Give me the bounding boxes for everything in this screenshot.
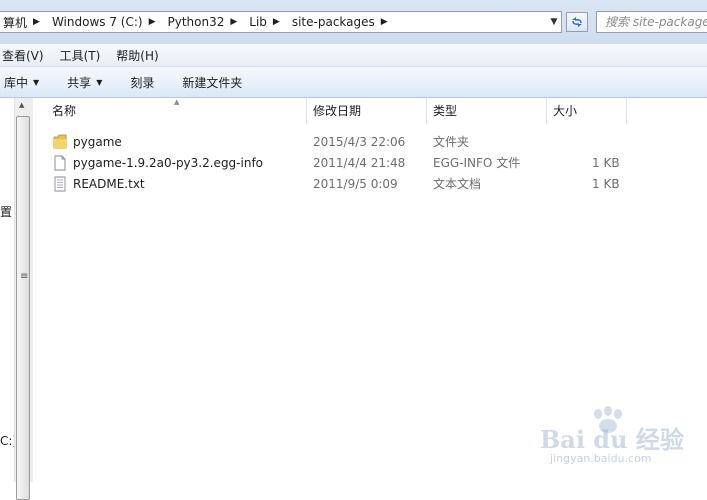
text-file-icon xyxy=(54,176,66,192)
folder-icon xyxy=(53,134,67,149)
nav-item-partial[interactable]: 置 xyxy=(0,203,12,220)
chevron-right-icon[interactable]: ▶ xyxy=(228,17,245,27)
file-date: 2015/4/3 22:06 xyxy=(313,135,406,149)
column-header-name[interactable]: 名称 xyxy=(52,98,76,124)
chevron-down-icon: ▼ xyxy=(33,77,40,87)
refresh-icon xyxy=(572,17,582,27)
file-name: pygame xyxy=(73,135,122,149)
menu-bar: 查看(V) 工具(T) 帮助(H) xyxy=(0,44,707,67)
file-size: 1 KB xyxy=(592,177,620,191)
chevron-down-icon[interactable]: ▼ xyxy=(547,12,561,32)
file-name: README.txt xyxy=(73,177,145,191)
scroll-up-icon[interactable]: ▲ xyxy=(19,101,24,109)
include-in-library-label: 库中 xyxy=(4,75,29,90)
chevron-down-icon: ▼ xyxy=(96,77,103,87)
address-bar-row: 算机 ▶ Windows 7 (C:) ▶ Python32 ▶ Lib ▶ s… xyxy=(0,0,707,44)
chevron-right-icon[interactable]: ▶ xyxy=(147,17,164,27)
file-size: 1 KB xyxy=(592,156,620,170)
refresh-button[interactable] xyxy=(566,12,588,32)
chevron-right-icon[interactable]: ▶ xyxy=(379,17,396,27)
column-header-type[interactable]: 类型 xyxy=(433,98,457,124)
column-header-date[interactable]: 修改日期 xyxy=(313,98,361,124)
file-row[interactable]: README.txt 2011/9/5 0:09 文本文档 1 KB xyxy=(34,174,707,195)
nav-scrollbar-thumb[interactable]: ≡ xyxy=(16,116,30,500)
breadcrumb-site-packages[interactable]: site-packages xyxy=(288,15,379,29)
grip-icon: ≡ xyxy=(20,271,29,282)
new-folder-button[interactable]: 新建文件夹 xyxy=(168,74,256,91)
file-row[interactable]: pygame-1.9.2a0-py3.2.egg-info 2011/4/4 2… xyxy=(34,153,707,174)
file-type: EGG-INFO 文件 xyxy=(433,156,521,170)
command-bar: 库中 ▼ 共享 ▼ 刻录 新建文件夹 xyxy=(0,67,707,98)
file-type: 文件夹 xyxy=(433,135,470,149)
breadcrumb-lib[interactable]: Lib xyxy=(245,15,271,29)
file-date: 2011/9/5 0:09 xyxy=(313,177,398,191)
baidu-watermark: Bai du 经验 jingyan.baidu.com xyxy=(540,406,700,468)
file-icon xyxy=(54,155,66,171)
column-divider[interactable] xyxy=(546,98,547,124)
breadcrumb-python32[interactable]: Python32 xyxy=(163,15,228,29)
chevron-right-icon[interactable]: ▶ xyxy=(31,17,48,27)
column-divider[interactable] xyxy=(426,98,427,124)
breadcrumb-computer[interactable]: 算机 xyxy=(0,14,31,31)
column-divider[interactable] xyxy=(626,98,627,124)
sort-ascending-icon: ▲ xyxy=(174,98,180,106)
breadcrumb-windows7[interactable]: Windows 7 (C:) xyxy=(48,15,147,29)
address-bar[interactable]: 算机 ▶ Windows 7 (C:) ▶ Python32 ▶ Lib ▶ s… xyxy=(0,11,562,33)
file-name: pygame-1.9.2a0-py3.2.egg-info xyxy=(73,156,264,170)
search-input[interactable]: 搜索 site-packages xyxy=(596,11,707,33)
file-type: 文本文档 xyxy=(433,177,482,191)
watermark-main: Bai du 经验 xyxy=(540,425,684,454)
column-divider[interactable] xyxy=(306,98,307,124)
menu-tools[interactable]: 工具(T) xyxy=(52,47,109,64)
menu-view[interactable]: 查看(V) xyxy=(0,47,52,64)
include-in-library-button[interactable]: 库中 ▼ xyxy=(0,74,53,91)
share-button[interactable]: 共享 ▼ xyxy=(53,74,116,91)
file-row[interactable]: pygame 2015/4/3 22:06 文件夹 xyxy=(34,132,707,153)
watermark-url: jingyan.baidu.com xyxy=(550,452,652,465)
file-date: 2011/4/4 21:48 xyxy=(313,156,406,170)
share-label: 共享 xyxy=(67,75,92,90)
chevron-right-icon[interactable]: ▶ xyxy=(271,17,288,27)
column-header-size[interactable]: 大小 xyxy=(553,98,577,124)
burn-button[interactable]: 刻录 xyxy=(116,74,168,91)
navigation-pane: 置 C:) ▲ ≡ xyxy=(0,98,34,500)
menu-help[interactable]: 帮助(H) xyxy=(108,47,166,64)
